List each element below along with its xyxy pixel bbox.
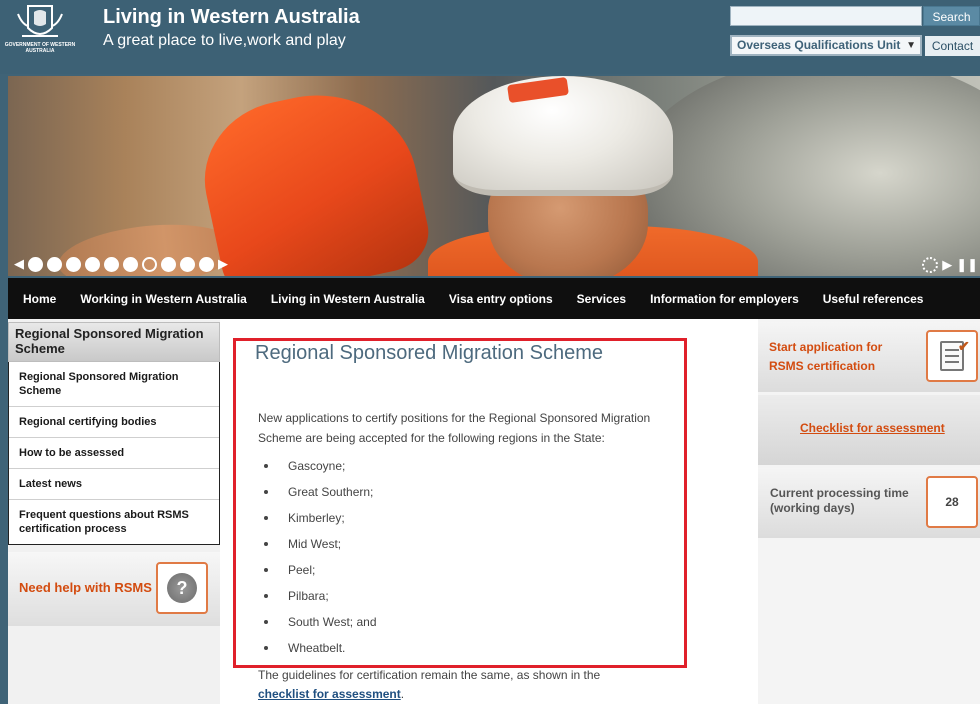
search-input[interactable]	[730, 6, 922, 26]
sidebar-item[interactable]: Regional Sponsored Migration Scheme	[9, 362, 219, 406]
start-application-link[interactable]: Start application for RSMS certification	[769, 338, 919, 376]
help-icon-frame[interactable]: ?	[156, 562, 208, 614]
start-application-box[interactable]: Start application for RSMS certification…	[758, 322, 980, 392]
nav-item[interactable]: Services	[565, 292, 638, 306]
processing-time-box: Current processing time (working days) 2…	[758, 468, 980, 538]
checkmark-icon: ✔	[958, 338, 970, 354]
processing-time-label: Current processing time (working days)	[770, 486, 909, 515]
chevron-down-icon[interactable]: ▼	[906, 37, 916, 54]
checklist-box[interactable]: Checklist for assessment	[758, 395, 980, 465]
question-mark-icon: ?	[167, 573, 197, 603]
slide-dot[interactable]	[66, 256, 81, 272]
slide-dot[interactable]	[47, 256, 62, 272]
nav-item[interactable]: Working in Western Australia	[68, 292, 258, 306]
slide-dot[interactable]	[180, 256, 195, 272]
slide-dot[interactable]	[199, 256, 214, 272]
nav-item[interactable]: Living in Western Australia	[259, 292, 437, 306]
slide-dot[interactable]	[28, 256, 43, 272]
contact-button[interactable]: Contact	[925, 36, 980, 56]
slider-nav: ◀ ▶	[14, 256, 228, 272]
highlight-outline	[233, 338, 687, 668]
checklist-inline-link[interactable]: checklist for assessment	[258, 687, 401, 701]
guidelines-end: .	[400, 687, 405, 701]
next-slide-icon[interactable]: ▶	[218, 257, 228, 271]
play-icon[interactable]: ▶	[942, 257, 952, 273]
sidebar-item[interactable]: Frequent questions about RSMS certificat…	[9, 499, 219, 544]
unit-select[interactable]: Overseas Qualifications Unit ▼	[730, 35, 922, 56]
slide-dot[interactable]	[142, 256, 157, 272]
help-label[interactable]: Need help with RSMS	[19, 580, 152, 595]
guidelines-text: The guidelines for certification remain …	[258, 668, 601, 682]
document-line	[945, 355, 959, 357]
nav-item[interactable]: Useful references	[811, 292, 936, 306]
slide-dot[interactable]	[161, 256, 176, 272]
sidebar-header: Regional Sponsored Migration Scheme	[8, 322, 220, 362]
document-icon-frame[interactable]: ✔	[926, 330, 978, 382]
slider-playback-controls: ▶ ❚❚	[922, 257, 978, 273]
main-navigation: Home Working in Western Australia Living i…	[8, 278, 980, 319]
prev-slide-icon[interactable]: ◀	[14, 257, 24, 271]
site-title[interactable]: Living in Western Australia	[103, 6, 360, 29]
guidelines-paragraph: The guidelines for certification remain …	[258, 666, 678, 704]
document-line	[945, 349, 959, 351]
processing-days-value: 28	[926, 476, 978, 528]
slide-dot[interactable]	[85, 256, 100, 272]
crest-caption: GOVERNMENT OF WESTERN AUSTRALIA	[4, 42, 76, 54]
nav-item[interactable]: Home	[8, 292, 68, 306]
site-header: GOVERNMENT OF WESTERN AUSTRALIA Living i…	[0, 0, 980, 74]
search-button[interactable]: Search	[923, 6, 980, 26]
unit-select-value: Overseas Qualifications Unit	[737, 38, 901, 52]
sidebar-item[interactable]: How to be assessed	[9, 437, 219, 468]
sidebar-item[interactable]: Latest news	[9, 468, 219, 499]
banner-arm-shape	[190, 76, 436, 276]
site-tagline: A great place to live,work and play	[103, 32, 346, 49]
nav-item[interactable]: Information for employers	[638, 292, 811, 306]
document-line	[945, 361, 959, 363]
sidebar-nav: Regional Sponsored Migration Scheme Regio…	[8, 362, 220, 545]
loading-spinner-icon	[922, 257, 939, 273]
hero-banner[interactable]: ◀ ▶ ▶ ❚❚	[8, 76, 980, 276]
slide-dot[interactable]	[123, 256, 138, 272]
sidebar-item[interactable]: Regional certifying bodies	[9, 406, 219, 437]
help-box[interactable]: Need help with RSMS ?	[8, 552, 220, 626]
checklist-link[interactable]: Checklist for assessment	[800, 421, 945, 435]
pause-icon[interactable]: ❚❚	[956, 257, 978, 273]
slide-dot[interactable]	[104, 256, 119, 272]
nav-item[interactable]: Visa entry options	[437, 292, 565, 306]
